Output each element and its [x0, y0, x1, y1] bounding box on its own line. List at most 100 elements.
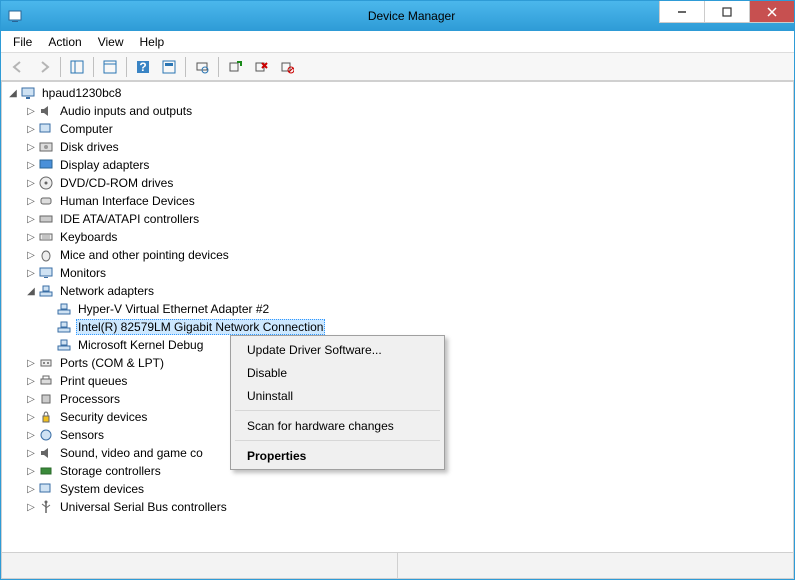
window-controls	[659, 1, 794, 23]
expand-icon[interactable]: ▷	[24, 410, 38, 424]
tree-item-dvd[interactable]: ▷DVD/CD-ROM drives	[2, 174, 793, 192]
security-icon	[38, 409, 54, 425]
tree-item-network[interactable]: ◢Network adapters	[2, 282, 793, 300]
expand-icon[interactable]: ▷	[24, 374, 38, 388]
status-cell	[398, 553, 793, 578]
expand-icon[interactable]: ▷	[24, 212, 38, 226]
expand-icon[interactable]: ▷	[24, 140, 38, 154]
tree-item-audio[interactable]: ▷Audio inputs and outputs	[2, 102, 793, 120]
expand-icon[interactable]: ▷	[24, 356, 38, 370]
speaker-icon	[38, 103, 54, 119]
expand-icon[interactable]: ▷	[24, 194, 38, 208]
ctx-uninstall[interactable]: Uninstall	[233, 384, 442, 407]
menu-view[interactable]: View	[90, 31, 132, 52]
action-button[interactable]	[157, 55, 181, 79]
expand-icon[interactable]: ▷	[24, 122, 38, 136]
forward-button[interactable]	[32, 55, 56, 79]
expand-icon[interactable]: ▷	[24, 392, 38, 406]
ctx-scan[interactable]: Scan for hardware changes	[233, 414, 442, 437]
sound-icon	[38, 445, 54, 461]
menu-action[interactable]: Action	[40, 31, 89, 52]
disable-button[interactable]	[275, 55, 299, 79]
expand-icon[interactable]: ▷	[24, 446, 38, 460]
tree-item-hid[interactable]: ▷Human Interface Devices	[2, 192, 793, 210]
expand-icon[interactable]: ▷	[24, 248, 38, 262]
system-icon	[38, 481, 54, 497]
tree-item-net-hyperv[interactable]: Hyper-V Virtual Ethernet Adapter #2	[2, 300, 793, 318]
display-icon	[38, 157, 54, 173]
help-button[interactable]: ?	[131, 55, 155, 79]
show-hide-tree-button[interactable]	[65, 55, 89, 79]
printer-icon	[38, 373, 54, 389]
ctx-properties[interactable]: Properties	[233, 444, 442, 467]
pc-icon	[38, 121, 54, 137]
ctx-disable[interactable]: Disable	[233, 361, 442, 384]
toolbar-separator	[60, 57, 61, 77]
toolbar-separator	[185, 57, 186, 77]
tree-item-system[interactable]: ▷System devices	[2, 480, 793, 498]
tree-item-usb[interactable]: ▷Universal Serial Bus controllers	[2, 498, 793, 516]
uninstall-button[interactable]	[249, 55, 273, 79]
keyboard-icon	[38, 229, 54, 245]
collapse-icon[interactable]: ◢	[6, 86, 20, 100]
expand-icon[interactable]: ▷	[24, 428, 38, 442]
storage-icon	[38, 463, 54, 479]
expand-icon[interactable]: ▷	[24, 230, 38, 244]
ctx-separator	[235, 440, 440, 441]
device-manager-window: Device Manager File Action View Help ?	[0, 0, 795, 580]
disk-icon	[38, 139, 54, 155]
back-button[interactable]	[6, 55, 30, 79]
ctx-separator	[235, 410, 440, 411]
mouse-icon	[38, 247, 54, 263]
tree-item-computer[interactable]: ▷Computer	[2, 120, 793, 138]
tree-item-disk[interactable]: ▷Disk drives	[2, 138, 793, 156]
maximize-button[interactable]	[704, 1, 749, 23]
titlebar: Device Manager	[1, 1, 794, 31]
cpu-icon	[38, 391, 54, 407]
statusbar	[2, 552, 793, 578]
menu-help[interactable]: Help	[132, 31, 173, 52]
scan-hardware-button[interactable]	[190, 55, 214, 79]
network-icon	[38, 283, 54, 299]
tree-item-ide[interactable]: ▷IDE ATA/ATAPI controllers	[2, 210, 793, 228]
disc-icon	[38, 175, 54, 191]
expand-icon[interactable]: ▷	[24, 266, 38, 280]
monitor-icon	[38, 265, 54, 281]
toolbar-separator	[126, 57, 127, 77]
tree-item-monitor[interactable]: ▷Monitors	[2, 264, 793, 282]
close-button[interactable]	[749, 1, 794, 23]
minimize-button[interactable]	[659, 1, 704, 23]
ide-icon	[38, 211, 54, 227]
status-cell	[2, 553, 398, 578]
tree-root[interactable]: ◢ hpaud1230bc8	[2, 84, 793, 102]
app-icon	[1, 8, 29, 24]
expand-icon[interactable]: ▷	[24, 158, 38, 172]
update-driver-button[interactable]	[223, 55, 247, 79]
usb-icon	[38, 499, 54, 515]
expand-icon[interactable]: ▷	[24, 464, 38, 478]
properties-button[interactable]	[98, 55, 122, 79]
expand-icon[interactable]: ▷	[24, 104, 38, 118]
expand-icon[interactable]: ▷	[24, 482, 38, 496]
device-tree[interactable]: ◢ hpaud1230bc8 ▷Audio inputs and outputs…	[2, 82, 793, 552]
tree-item-keyboard[interactable]: ▷Keyboards	[2, 228, 793, 246]
tree-item-net-intel[interactable]: Intel(R) 82579LM Gigabit Network Connect…	[2, 318, 793, 336]
nic-icon	[56, 319, 72, 335]
toolbar-separator	[218, 57, 219, 77]
tree-item-mouse[interactable]: ▷Mice and other pointing devices	[2, 246, 793, 264]
nic-icon	[56, 337, 72, 353]
hid-icon	[38, 193, 54, 209]
menu-file[interactable]: File	[5, 31, 40, 52]
nic-icon	[56, 301, 72, 317]
tree-item-display[interactable]: ▷Display adapters	[2, 156, 793, 174]
sensor-icon	[38, 427, 54, 443]
svg-text:?: ?	[139, 60, 146, 74]
collapse-icon[interactable]: ◢	[24, 284, 38, 298]
toolbar-separator	[93, 57, 94, 77]
expand-icon[interactable]: ▷	[24, 176, 38, 190]
ctx-update-driver[interactable]: Update Driver Software...	[233, 338, 442, 361]
expand-icon[interactable]: ▷	[24, 500, 38, 514]
computer-icon	[20, 85, 36, 101]
port-icon	[38, 355, 54, 371]
content-area: ◢ hpaud1230bc8 ▷Audio inputs and outputs…	[1, 81, 794, 579]
